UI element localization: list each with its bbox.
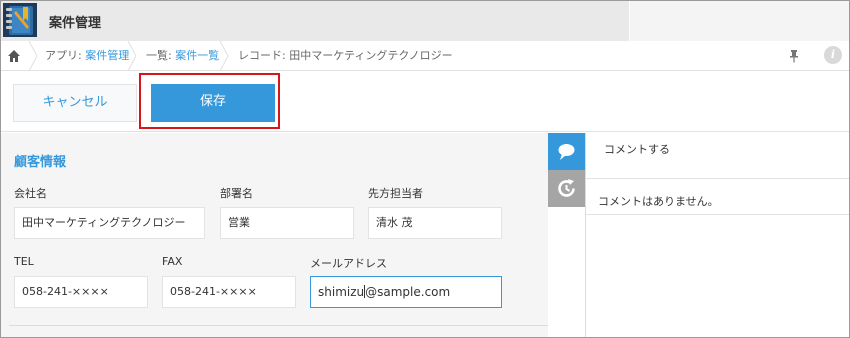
contact-label: 先方担当者 (368, 187, 423, 200)
breadcrumb-separator (127, 41, 137, 71)
breadcrumb-app-link[interactable]: 案件管理 (85, 49, 129, 62)
home-icon[interactable] (7, 49, 21, 63)
edit-toolbar: キャンセル 保存 (1, 72, 849, 132)
comments-divider (586, 178, 849, 179)
company-field[interactable]: 田中マーケティングテクノロジー (14, 207, 205, 239)
app-notebook-icon (3, 3, 37, 37)
email-value-before-cursor: shimizu (318, 285, 365, 299)
email-value-after-cursor: @sample.com (365, 285, 451, 299)
breadcrumb-view-link[interactable]: 案件一覧 (175, 49, 219, 62)
comment-bubble-icon (558, 144, 575, 160)
record-form: 顧客情報 会社名 田中マーケティングテクノロジー 部署名 営業 先方担当者 清水… (1, 133, 584, 337)
pin-icon[interactable] (788, 49, 800, 63)
header-right-area (629, 1, 849, 41)
breadcrumb-app-prefix: アプリ: (45, 49, 86, 62)
breadcrumb-view-prefix: 一覧: (146, 49, 176, 62)
fax-field[interactable]: 058-241-×××× (162, 276, 296, 308)
breadcrumb-separator (219, 41, 229, 71)
breadcrumb-app: アプリ: 案件管理 (45, 41, 129, 71)
email-field[interactable]: shimizu@sample.com (310, 276, 502, 308)
empty-comments-text: コメントはありません。 (598, 195, 719, 208)
contact-field[interactable]: 清水 茂 (368, 207, 502, 239)
department-field[interactable]: 営業 (220, 207, 354, 239)
comments-tab[interactable] (548, 133, 585, 170)
history-tab[interactable] (548, 170, 585, 207)
breadcrumb-view: 一覧: 案件一覧 (146, 41, 219, 71)
app-window: 案件管理 アプリ: 案件管理 一覧: 案件一覧 レコード: 田中マーケティングテ… (0, 0, 850, 338)
fax-label: FAX (162, 255, 183, 268)
breadcrumb-record: レコード: 田中マーケティングテクノロジー (238, 49, 453, 62)
comments-divider (586, 214, 849, 215)
breadcrumb: アプリ: 案件管理 一覧: 案件一覧 レコード: 田中マーケティングテクノロジー… (1, 41, 849, 71)
tel-field[interactable]: 058-241-×××× (14, 276, 148, 308)
side-panel: コメントする コメントはありません。 (548, 133, 849, 337)
email-label: メールアドレス (310, 257, 387, 270)
tel-label: TEL (14, 255, 34, 268)
form-divider (9, 325, 583, 326)
cancel-button[interactable]: キャンセル (13, 84, 137, 122)
write-comment-link[interactable]: コメントする (604, 141, 670, 157)
app-header: 案件管理 (1, 1, 849, 41)
info-icon[interactable]: i (824, 46, 842, 64)
comments-panel: コメントする コメントはありません。 (585, 133, 849, 337)
save-button[interactable]: 保存 (151, 84, 275, 122)
company-label: 会社名 (14, 187, 47, 200)
department-label: 部署名 (220, 187, 253, 200)
history-icon (558, 179, 575, 197)
breadcrumb-separator (28, 41, 38, 71)
section-title: 顧客情報 (14, 155, 67, 170)
app-title: 案件管理 (49, 16, 102, 31)
